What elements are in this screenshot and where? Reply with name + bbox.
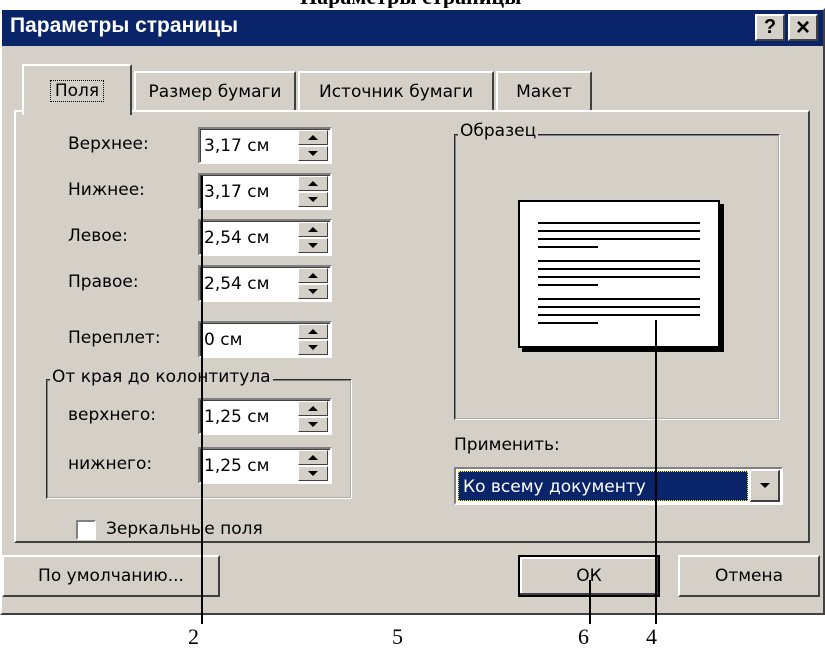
tab-panel (14, 110, 810, 543)
cancel-button[interactable]: Отмена (678, 555, 820, 597)
tab-label: Размер бумаги (148, 82, 282, 102)
title-bar[interactable]: Параметры страницы ? × (2, 10, 823, 46)
callout-number: 6 (578, 624, 589, 649)
caption-strip: Параметры страницы (0, 0, 825, 8)
close-icon: × (795, 13, 810, 41)
default-button[interactable]: По умолчанию... (2, 555, 220, 597)
callout-line-4 (655, 320, 657, 624)
tab-label: Макет (516, 82, 572, 102)
callout-line-2 (201, 176, 203, 624)
tab-label: Поля (49, 79, 105, 102)
close-button[interactable]: × (788, 14, 818, 41)
callout-number: 2 (188, 624, 199, 649)
tab-label: Источник бумаги (318, 82, 473, 102)
callout-number: 4 (646, 624, 657, 649)
tab-layout[interactable]: Макет (496, 71, 592, 111)
tab-paper-size[interactable]: Размер бумаги (134, 71, 296, 111)
window-title: Параметры страницы (10, 14, 239, 37)
callout-line-6 (589, 580, 591, 624)
callout-number: 5 (392, 624, 403, 649)
caption-text: Параметры страницы (300, 0, 521, 8)
help-button[interactable]: ? (755, 14, 785, 41)
page-setup-dialog: Параметры страницы ? × Поля Размер бумаг… (0, 8, 825, 615)
tab-paper-source[interactable]: Источник бумаги (298, 71, 494, 111)
tab-margins[interactable]: Поля (22, 64, 132, 115)
